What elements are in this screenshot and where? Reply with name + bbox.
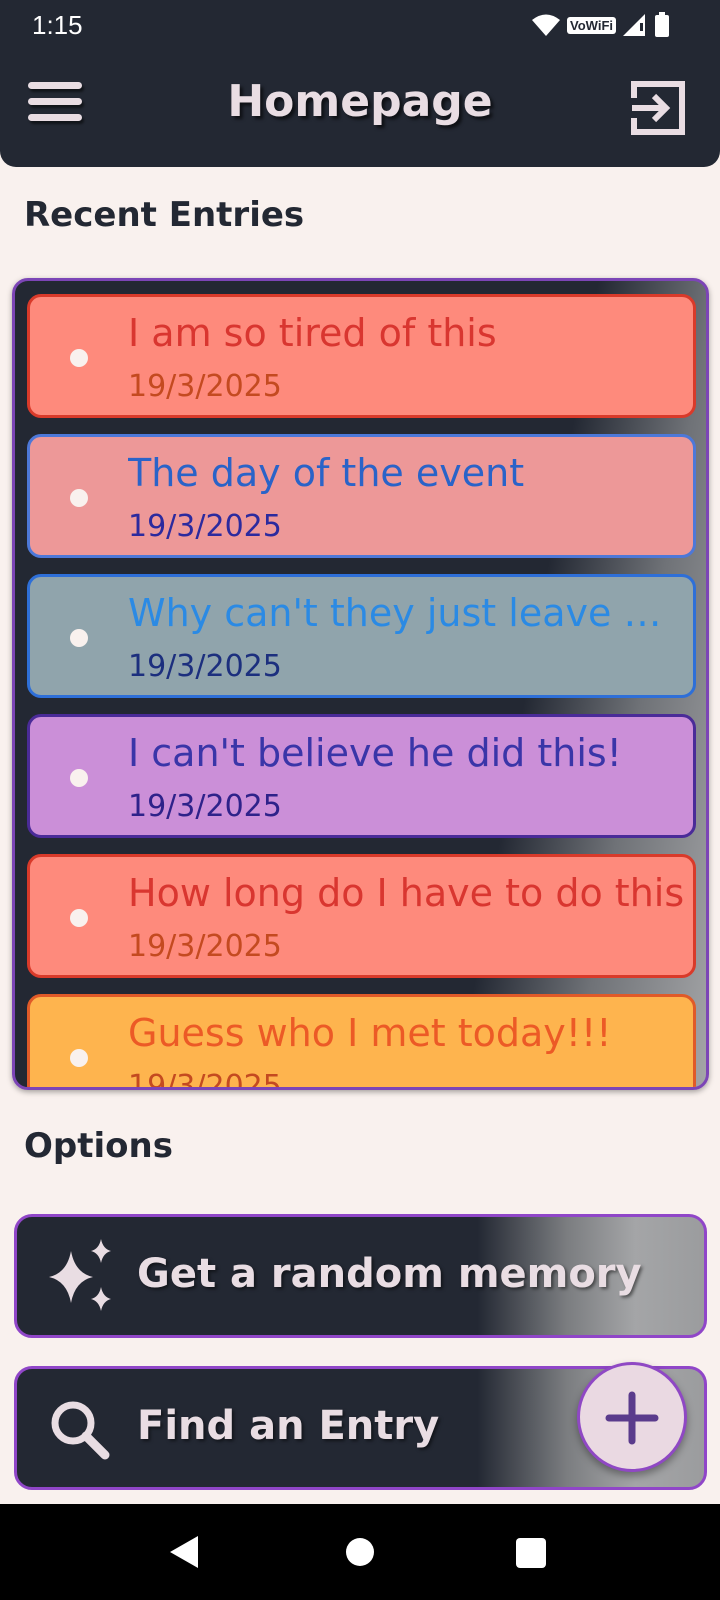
recent-entries-heading: Recent Entries [24,195,305,235]
entry-date: 19/3/2025 [128,1069,282,1090]
find-entry-label: Find an Entry [137,1403,440,1449]
logout-icon [631,81,685,135]
battery-icon [655,12,669,37]
bullet-icon [70,1049,88,1067]
page-title: Homepage [227,76,493,127]
entry-date: 19/3/2025 [128,789,282,824]
back-icon[interactable] [168,1534,200,1570]
entry-title: I am so tired of this [128,311,497,355]
recents-icon[interactable] [516,1538,546,1568]
bullet-icon [70,629,88,647]
bullet-icon [70,349,88,367]
entry-title: Guess who I met today!!! [128,1011,612,1055]
bullet-icon [70,909,88,927]
app-bar: 1:15 VoWiFi Homepage [0,0,720,167]
options-heading: Options [24,1126,173,1166]
bullet-icon [70,769,88,787]
status-time: 1:15 [32,10,83,40]
add-entry-button[interactable] [577,1362,687,1472]
entry-card[interactable]: Guess who I met today!!! 19/3/2025 [27,994,696,1090]
home-icon[interactable] [346,1538,374,1566]
logout-button[interactable] [628,78,688,138]
random-memory-button[interactable]: Get a random memory [14,1214,707,1338]
entry-date: 19/3/2025 [128,369,282,404]
entry-card[interactable]: Why can't they just leave me alone 19/3/… [27,574,696,698]
entry-card[interactable]: I am so tired of this 19/3/2025 [27,294,696,418]
status-icons: VoWiFi [531,12,670,38]
system-nav-bar [0,1504,720,1600]
entry-card[interactable]: The day of the event 19/3/2025 [27,434,696,558]
entry-title: I can't believe he did this! [128,731,622,775]
recent-entries-list[interactable]: I am so tired of this 19/3/2025 The day … [12,278,709,1090]
wifi-icon [532,14,561,36]
entry-card[interactable]: I can't believe he did this! 19/3/2025 [27,714,696,838]
entry-date: 19/3/2025 [128,929,282,964]
sparkle-icon [49,1239,111,1311]
plus-icon [605,1391,659,1445]
entry-date: 19/3/2025 [128,649,282,684]
random-memory-label: Get a random memory [137,1251,642,1297]
entry-title: How long do I have to do this [128,871,685,915]
search-icon [51,1401,110,1460]
signal-icon [623,14,645,36]
vowifi-icon: VoWiFi [567,16,616,34]
entry-title: The day of the event [128,451,525,495]
entry-title: Why can't they just leave me alone [128,591,688,635]
bullet-icon [70,489,88,507]
entry-date: 19/3/2025 [128,509,282,544]
entry-card[interactable]: How long do I have to do this 19/3/2025 [27,854,696,978]
